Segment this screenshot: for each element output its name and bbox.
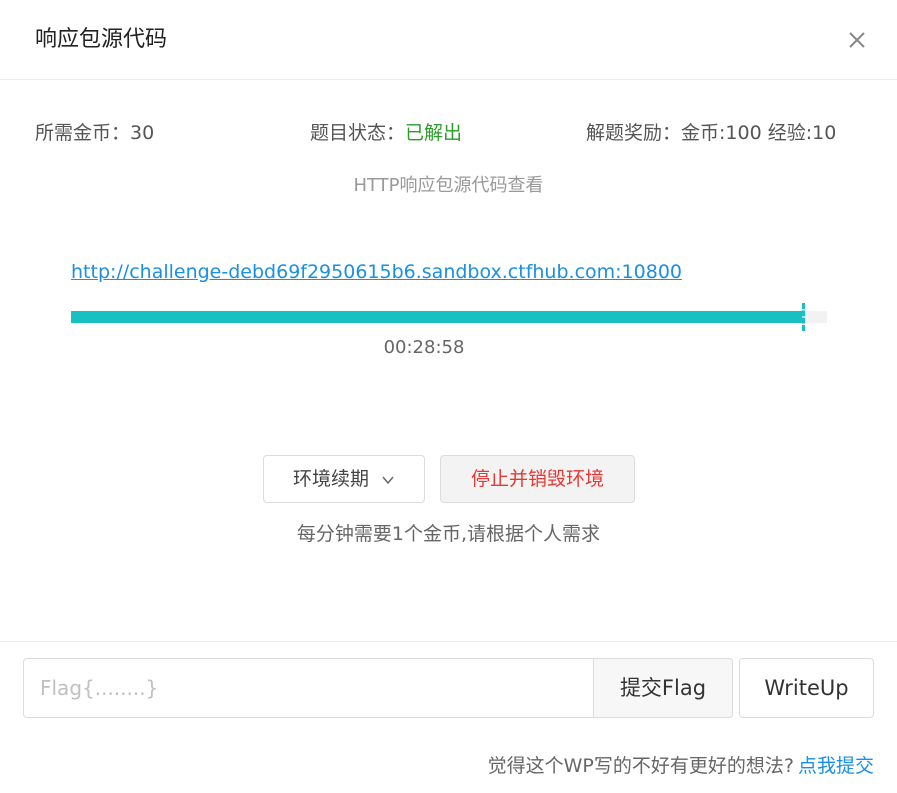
solve-reward: 解题奖励：金币:100 经验:10: [586, 120, 836, 146]
flag-input[interactable]: [23, 658, 594, 718]
close-icon[interactable]: [843, 26, 871, 54]
required-coins-label: 所需金币：: [35, 122, 131, 144]
dialog-title: 响应包源代码: [35, 27, 168, 52]
divider: [0, 641, 897, 642]
solve-reward-value: 金币:100 经验:10: [681, 122, 837, 144]
challenge-dialog: 响应包源代码 所需金币：30 题目状态：已解出 解题奖励：金币:100 经验:1…: [0, 0, 897, 793]
submit-flag-button[interactable]: 提交Flag: [593, 658, 733, 718]
dialog-header: 响应包源代码: [0, 0, 897, 80]
destroy-environment-button[interactable]: 停止并销毁环境: [440, 455, 635, 503]
progress-marker: [802, 303, 806, 331]
required-coins: 所需金币：30: [35, 120, 154, 146]
feedback-row: 觉得这个WP写的不好有更好的想法? 点我提交: [488, 752, 874, 780]
feedback-text: 觉得这个WP写的不好有更好的想法?: [487, 755, 794, 777]
renew-environment-button[interactable]: 环境续期: [263, 455, 425, 503]
environment-url-link[interactable]: http://challenge-debd69f2950615b6.sandbo…: [71, 259, 682, 285]
challenge-description: HTTP响应包源代码查看: [353, 175, 544, 196]
renew-environment-label: 环境续期: [292, 468, 369, 490]
writeup-button[interactable]: WriteUp: [739, 658, 874, 718]
challenge-status: 题目状态：已解出: [310, 120, 462, 146]
required-coins-value: 30: [130, 122, 155, 144]
challenge-status-value: 已解出: [405, 122, 463, 144]
time-remaining-progress: [71, 303, 827, 331]
countdown-timer: 00:28:58: [383, 337, 465, 358]
progress-fill: [71, 311, 803, 323]
challenge-status-label: 题目状态：: [310, 122, 406, 144]
feedback-submit-link[interactable]: 点我提交: [798, 755, 874, 777]
solve-reward-label: 解题奖励：: [586, 122, 682, 144]
chevron-down-icon: [381, 473, 395, 487]
renew-cost-note: 每分钟需要1个金币,请根据个人需求: [296, 523, 601, 545]
